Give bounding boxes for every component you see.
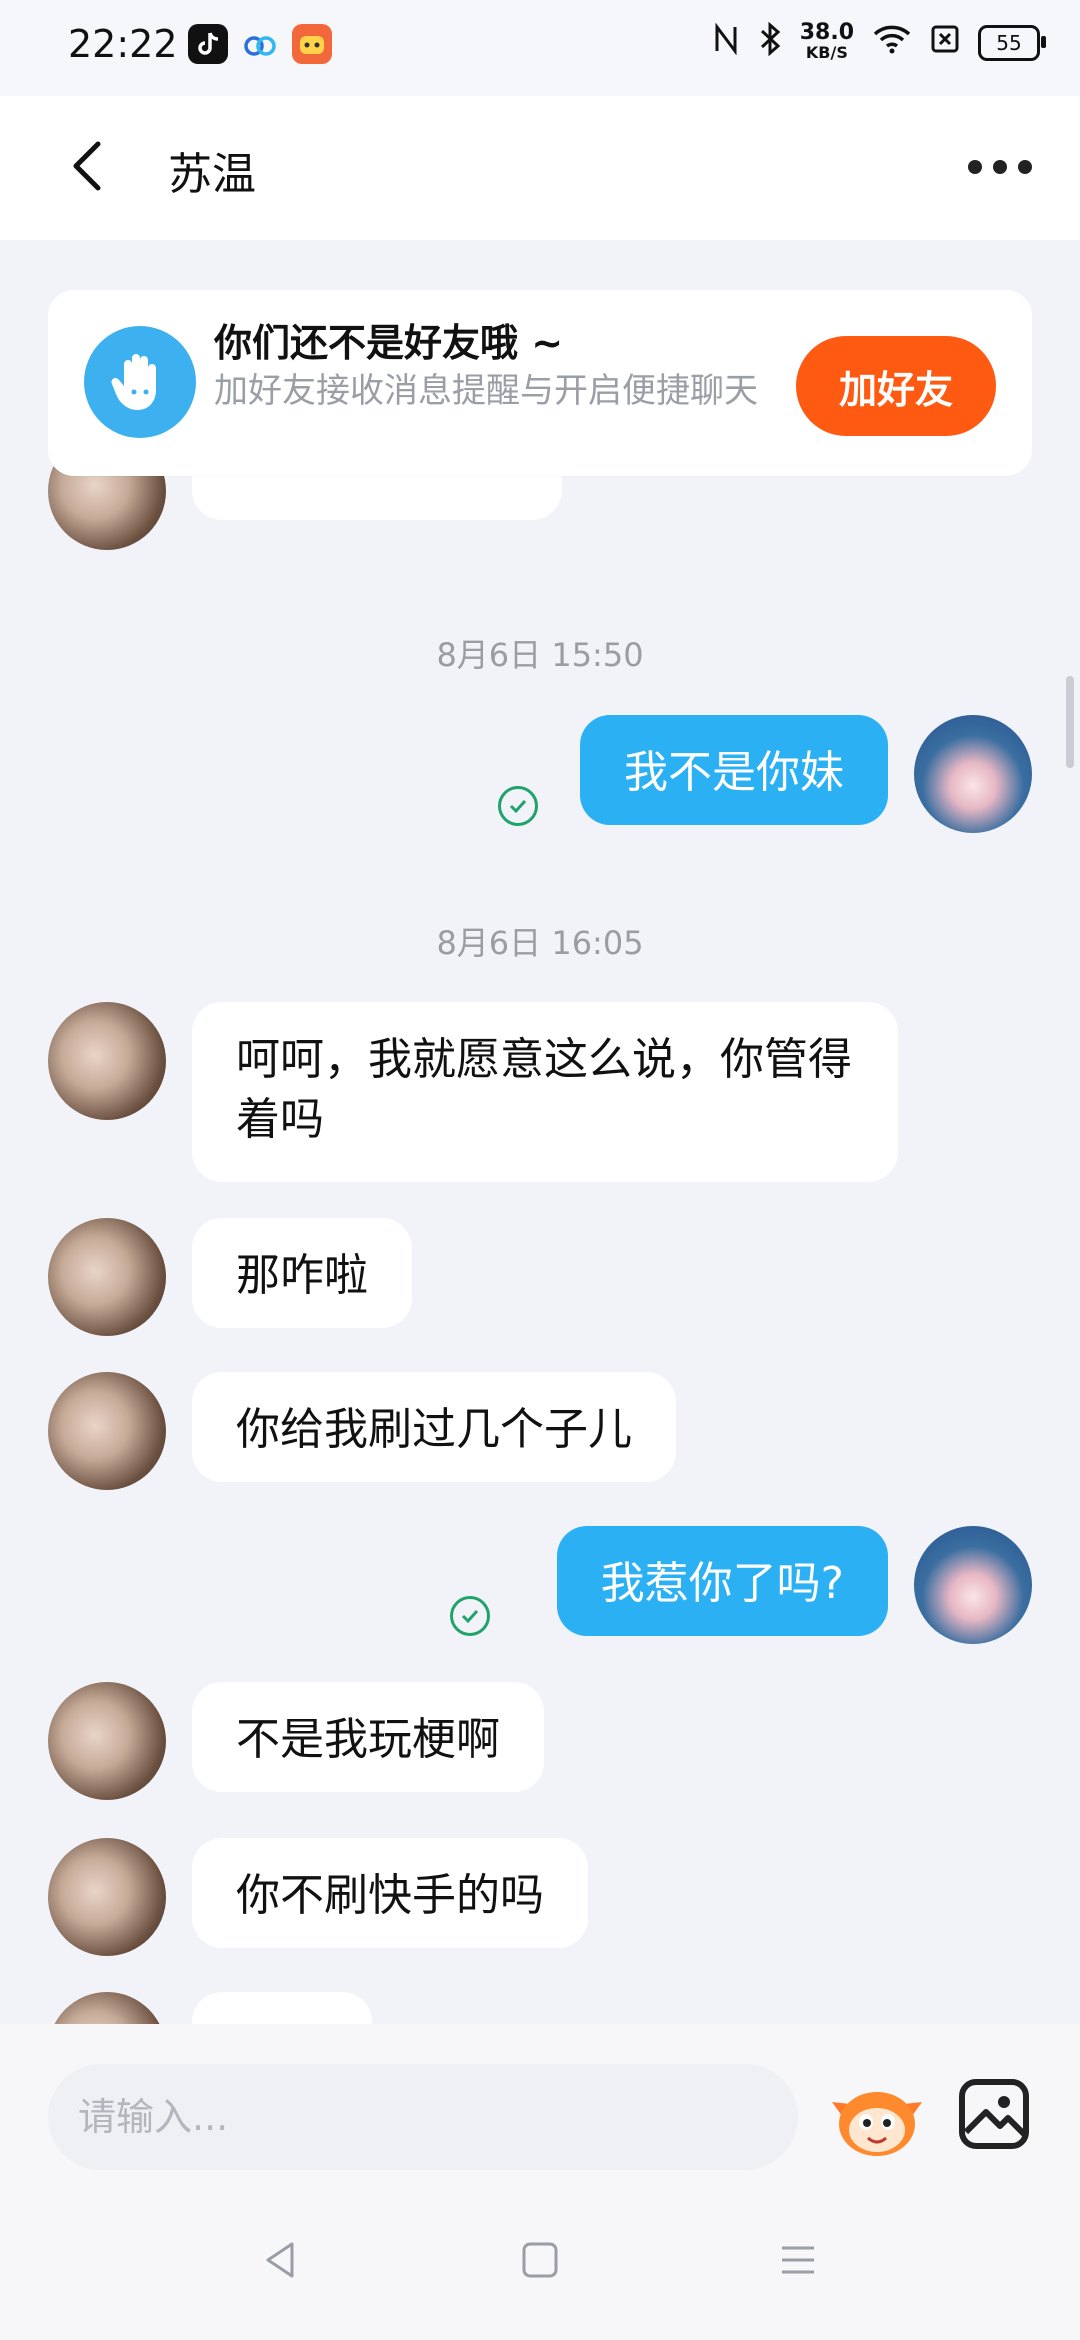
square-home-icon <box>522 2242 558 2278</box>
avatar-other[interactable] <box>48 1372 166 1490</box>
status-time: 22:22 <box>68 22 178 66</box>
net-speed-value: 38.0 <box>799 20 854 45</box>
cloud-app-icon <box>240 24 280 64</box>
system-navigation-bar <box>0 2192 1080 2340</box>
image-picker-button[interactable] <box>956 2076 1032 2152</box>
status-bar: 22:22 38.0 KB/S 55 <box>0 0 1080 96</box>
avatar-other[interactable] <box>48 1992 166 2024</box>
avatar-other[interactable] <box>48 1218 166 1336</box>
message-input-bar <box>0 2024 1080 2192</box>
banner-title: 你们还不是好友哦 ~ <box>214 321 564 365</box>
wave-hand-icon <box>84 326 196 438</box>
avatar-other[interactable] <box>48 1682 166 1800</box>
scrollbar-thumb[interactable] <box>1066 676 1074 768</box>
more-dot-icon <box>993 160 1007 174</box>
chat-scroll-area[interactable]: 你们还不是好友哦 ~ 加好友接收消息提醒与开启便捷聊天 加好友 8月6日 15:… <box>0 240 1080 2024</box>
image-icon <box>959 2079 1029 2149</box>
more-options-button[interactable] <box>968 152 1032 182</box>
message-bubble-sent[interactable]: 我惹你了吗? <box>556 1526 888 1636</box>
avatar-other[interactable] <box>48 1838 166 1956</box>
chevron-left-icon <box>73 141 101 191</box>
sim-disabled-icon <box>930 24 960 62</box>
more-dot-icon <box>968 160 982 174</box>
message-bubble-received[interactable]: 你给我刷过几个子儿 <box>192 1372 676 1482</box>
nfc-icon <box>712 22 740 63</box>
triangle-back-icon <box>266 2242 294 2278</box>
game-app-icon <box>292 24 332 64</box>
tiktok-icon <box>188 24 228 64</box>
emoji-sticker-button[interactable] <box>828 2068 926 2166</box>
message-bubble-received[interactable]: 呵呵，我就愿意这么说，你管得着吗 <box>192 1002 898 1182</box>
wifi-icon <box>872 24 912 62</box>
net-speed: 38.0 KB/S <box>799 20 854 63</box>
read-check-icon <box>498 786 538 826</box>
more-dot-icon <box>1018 160 1032 174</box>
timestamp-separator: 8月6日 15:50 <box>436 636 644 674</box>
status-icons: 38.0 KB/S 55 <box>712 20 1046 64</box>
bluetooth-icon <box>758 21 782 64</box>
system-home-button[interactable] <box>510 2230 570 2290</box>
banner-subtitle: 加好友接收消息提醒与开启便捷聊天 <box>214 371 758 411</box>
battery-icon: 55 <box>978 25 1046 61</box>
message-bubble-partial <box>192 1992 372 2024</box>
read-check-icon <box>450 1596 490 1636</box>
message-bubble-received[interactable]: 那咋啦 <box>192 1218 412 1328</box>
system-back-button[interactable] <box>252 2230 312 2290</box>
message-bubble-received[interactable]: 你不刷快手的吗 <box>192 1838 588 1948</box>
avatar-other[interactable] <box>48 1002 166 1120</box>
back-button[interactable] <box>60 136 120 196</box>
system-recents-button[interactable] <box>768 2230 828 2290</box>
timestamp-separator: 8月6日 16:05 <box>436 924 644 962</box>
message-input[interactable] <box>48 2064 798 2170</box>
message-bubble-sent[interactable]: 我不是你妹 <box>580 715 888 825</box>
not-friends-banner: 你们还不是好友哦 ~ 加好友接收消息提醒与开启便捷聊天 加好友 <box>48 290 1032 476</box>
net-speed-unit: KB/S <box>805 43 848 62</box>
chat-title: 苏温 <box>168 149 256 200</box>
add-friend-button[interactable]: 加好友 <box>796 336 996 436</box>
mascot-emoji-icon <box>832 2092 922 2156</box>
avatar-me[interactable] <box>914 1526 1032 1644</box>
battery-level: 55 <box>996 31 1022 55</box>
menu-lines-icon <box>782 2246 814 2274</box>
avatar-me[interactable] <box>914 715 1032 833</box>
chat-header: 苏温 <box>0 96 1080 240</box>
message-bubble-received[interactable]: 不是我玩梗啊 <box>192 1682 544 1792</box>
